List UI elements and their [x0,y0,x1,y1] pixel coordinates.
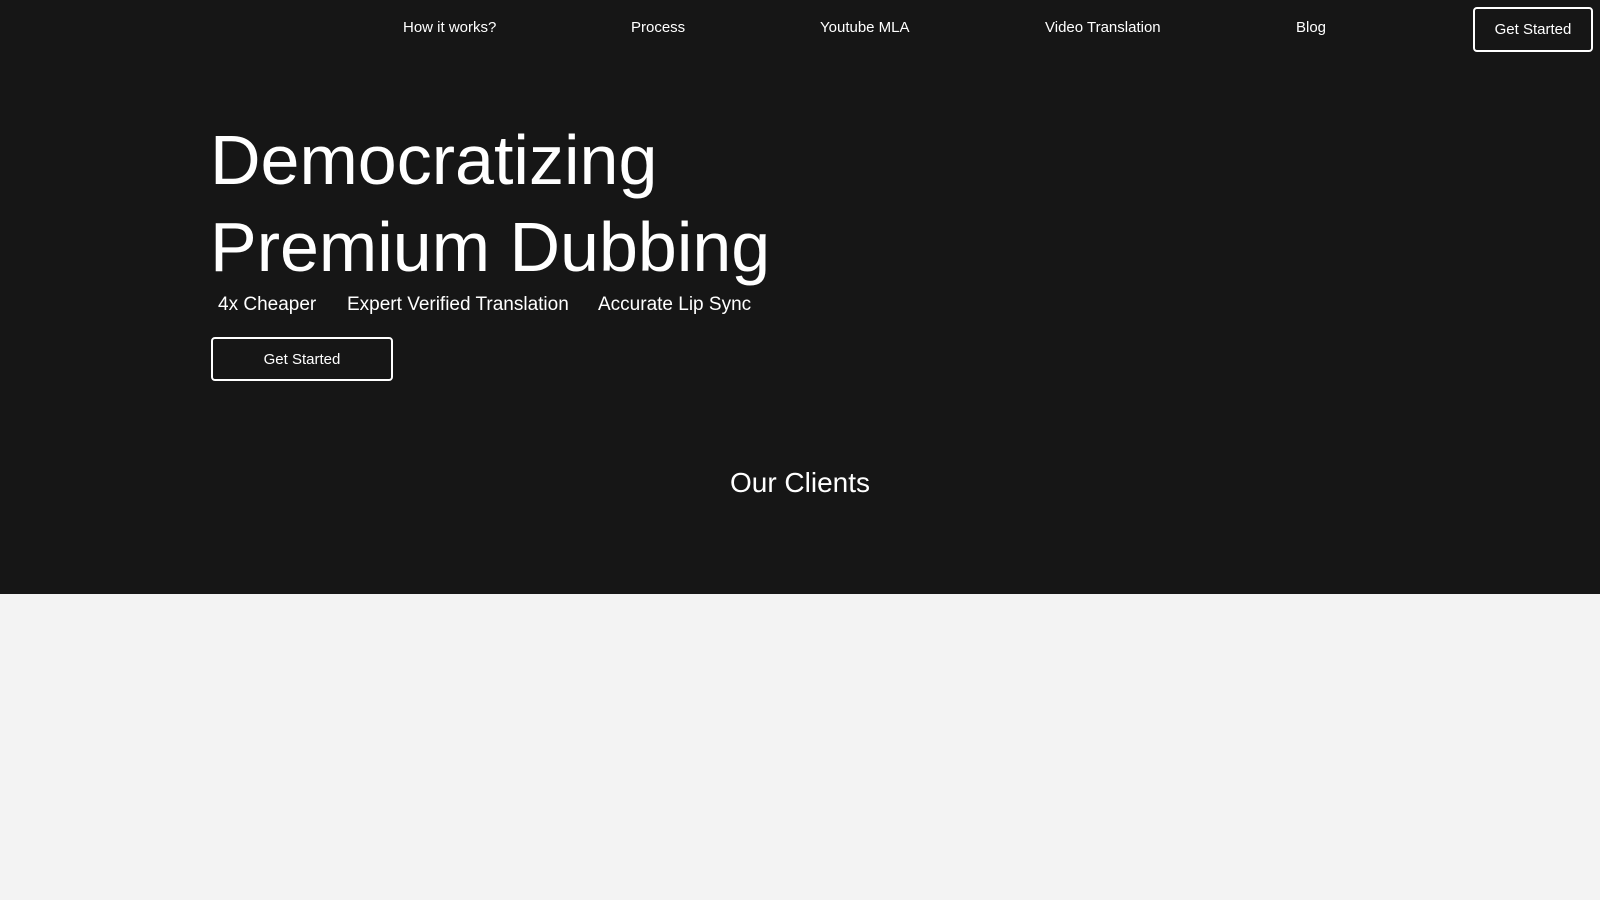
nav-link-process[interactable]: Process [631,19,685,37]
nav-link-youtube-mla[interactable]: Youtube MLA [820,19,910,37]
feature-lip-sync: Accurate Lip Sync [598,294,752,315]
nav-get-started-button[interactable]: Get Started [1473,7,1593,52]
feature-cheaper: 4x Cheaper [218,294,317,315]
feature-expert-translation: Expert Verified Translation [347,294,569,315]
hero-headline-line-2: Premium Dubbing [210,208,771,286]
hero-section: How it works? Process Youtube MLA Video … [0,0,1600,594]
nav-link-blog[interactable]: Blog [1296,19,1326,37]
clients-section [0,594,1600,900]
nav-link-video-translation[interactable]: Video Translation [1045,19,1161,37]
hero-get-started-button[interactable]: Get Started [211,337,393,381]
hero-headline-line-1: Democratizing [210,121,658,199]
clients-heading: Our Clients [729,467,871,498]
nav-link-how-it-works[interactable]: How it works? [403,19,496,37]
hero-headline: Democratizing Premium Dubbing [210,117,770,291]
